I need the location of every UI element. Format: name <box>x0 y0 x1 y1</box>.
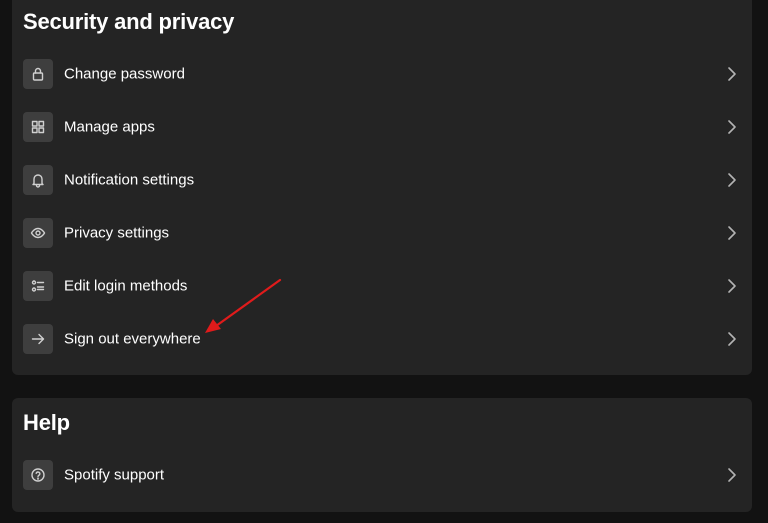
settings-page: Security and privacy Change password Man… <box>0 0 768 523</box>
chevron-right-icon <box>726 278 738 294</box>
bell-icon <box>23 164 53 195</box>
chevron-right-icon <box>726 225 738 241</box>
change-password-row[interactable]: Change password <box>12 47 752 100</box>
lock-icon <box>23 58 53 89</box>
help-section-title: Help <box>23 410 70 435</box>
privacy-settings-label: Privacy settings <box>64 224 170 241</box>
spotify-support-label: Spotify support <box>64 466 165 483</box>
security-section-title: Security and privacy <box>23 9 235 34</box>
manage-apps-label: Manage apps <box>64 118 155 135</box>
change-password-label: Change password <box>64 65 185 82</box>
privacy-settings-row[interactable]: Privacy settings <box>12 206 752 259</box>
spotify-support-row[interactable]: Spotify support <box>12 448 752 501</box>
chevron-right-icon <box>726 467 738 483</box>
edit-login-methods-label: Edit login methods <box>64 277 188 294</box>
question-icon <box>23 459 53 490</box>
help-card: Help Spotify support <box>12 398 752 512</box>
grid-icon <box>23 111 53 142</box>
chevron-right-icon <box>726 66 738 82</box>
eye-icon <box>23 217 53 248</box>
notification-settings-row[interactable]: Notification settings <box>12 153 752 206</box>
sign-out-everywhere-label: Sign out everywhere <box>64 330 201 347</box>
arrow-right-icon <box>23 323 53 354</box>
manage-apps-row[interactable]: Manage apps <box>12 100 752 153</box>
edit-login-methods-row[interactable]: Edit login methods <box>12 259 752 312</box>
chevron-right-icon <box>726 172 738 188</box>
list-icon <box>23 270 53 301</box>
chevron-right-icon <box>726 119 738 135</box>
chevron-right-icon <box>726 331 738 347</box>
notification-settings-label: Notification settings <box>64 171 195 188</box>
security-privacy-card: Security and privacy Change password Man… <box>12 0 752 375</box>
sign-out-everywhere-row[interactable]: Sign out everywhere <box>12 312 752 365</box>
